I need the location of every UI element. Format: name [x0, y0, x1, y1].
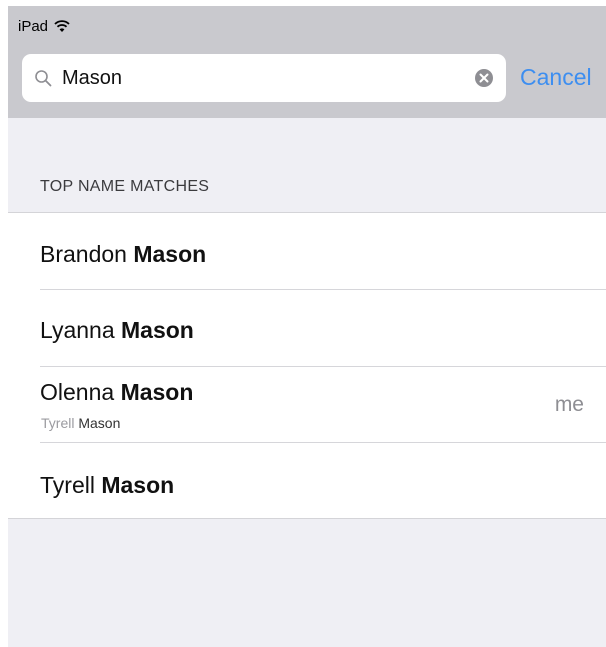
section-header: TOP NAME MATCHES	[40, 178, 210, 195]
me-label: me	[554, 393, 584, 416]
last-name-match: Mason	[133, 241, 207, 267]
last-name-match: Mason	[101, 472, 175, 498]
contact-name: Tyrell Mason	[40, 472, 174, 499]
search-header: iPad Mason Cancel	[8, 6, 606, 118]
contact-subtitle: Tyrell Mason	[41, 415, 120, 431]
contact-name: Olenna Mason	[40, 379, 193, 406]
last-name-match: Mason	[120, 379, 194, 405]
first-name: Lyanna	[40, 317, 115, 343]
first-name: Tyrell	[40, 472, 95, 498]
list-item[interactable]: Tyrell Mason	[8, 443, 606, 519]
list-item[interactable]: Brandon Mason	[8, 213, 606, 289]
search-input[interactable]: Mason	[22, 54, 506, 102]
subtitle-last-name: Mason	[78, 415, 121, 431]
list-item[interactable]: Lyanna Mason	[8, 290, 606, 366]
subtitle-first-name: Tyrell	[41, 415, 75, 431]
contact-name: Brandon Mason	[40, 241, 206, 268]
last-name-match: Mason	[121, 317, 194, 343]
first-name: Olenna	[40, 379, 115, 405]
status-bar: iPad	[18, 16, 70, 36]
list-item[interactable]: Olenna Mason Tyrell Mason me	[8, 367, 606, 443]
search-query[interactable]: Mason	[62, 67, 474, 90]
device-label: iPad	[18, 17, 49, 35]
results-list: Brandon Mason Lyanna Mason Olenna Mason …	[8, 213, 606, 518]
divider	[8, 518, 606, 519]
search-icon	[35, 70, 52, 87]
cancel-button[interactable]: Cancel	[520, 64, 592, 91]
clear-icon[interactable]	[474, 68, 494, 88]
first-name: Brandon	[40, 241, 127, 267]
contact-name: Lyanna Mason	[40, 317, 194, 344]
wifi-icon	[54, 20, 70, 32]
screen: iPad Mason Cancel TOP NAME MATCHES Brand…	[8, 6, 606, 647]
